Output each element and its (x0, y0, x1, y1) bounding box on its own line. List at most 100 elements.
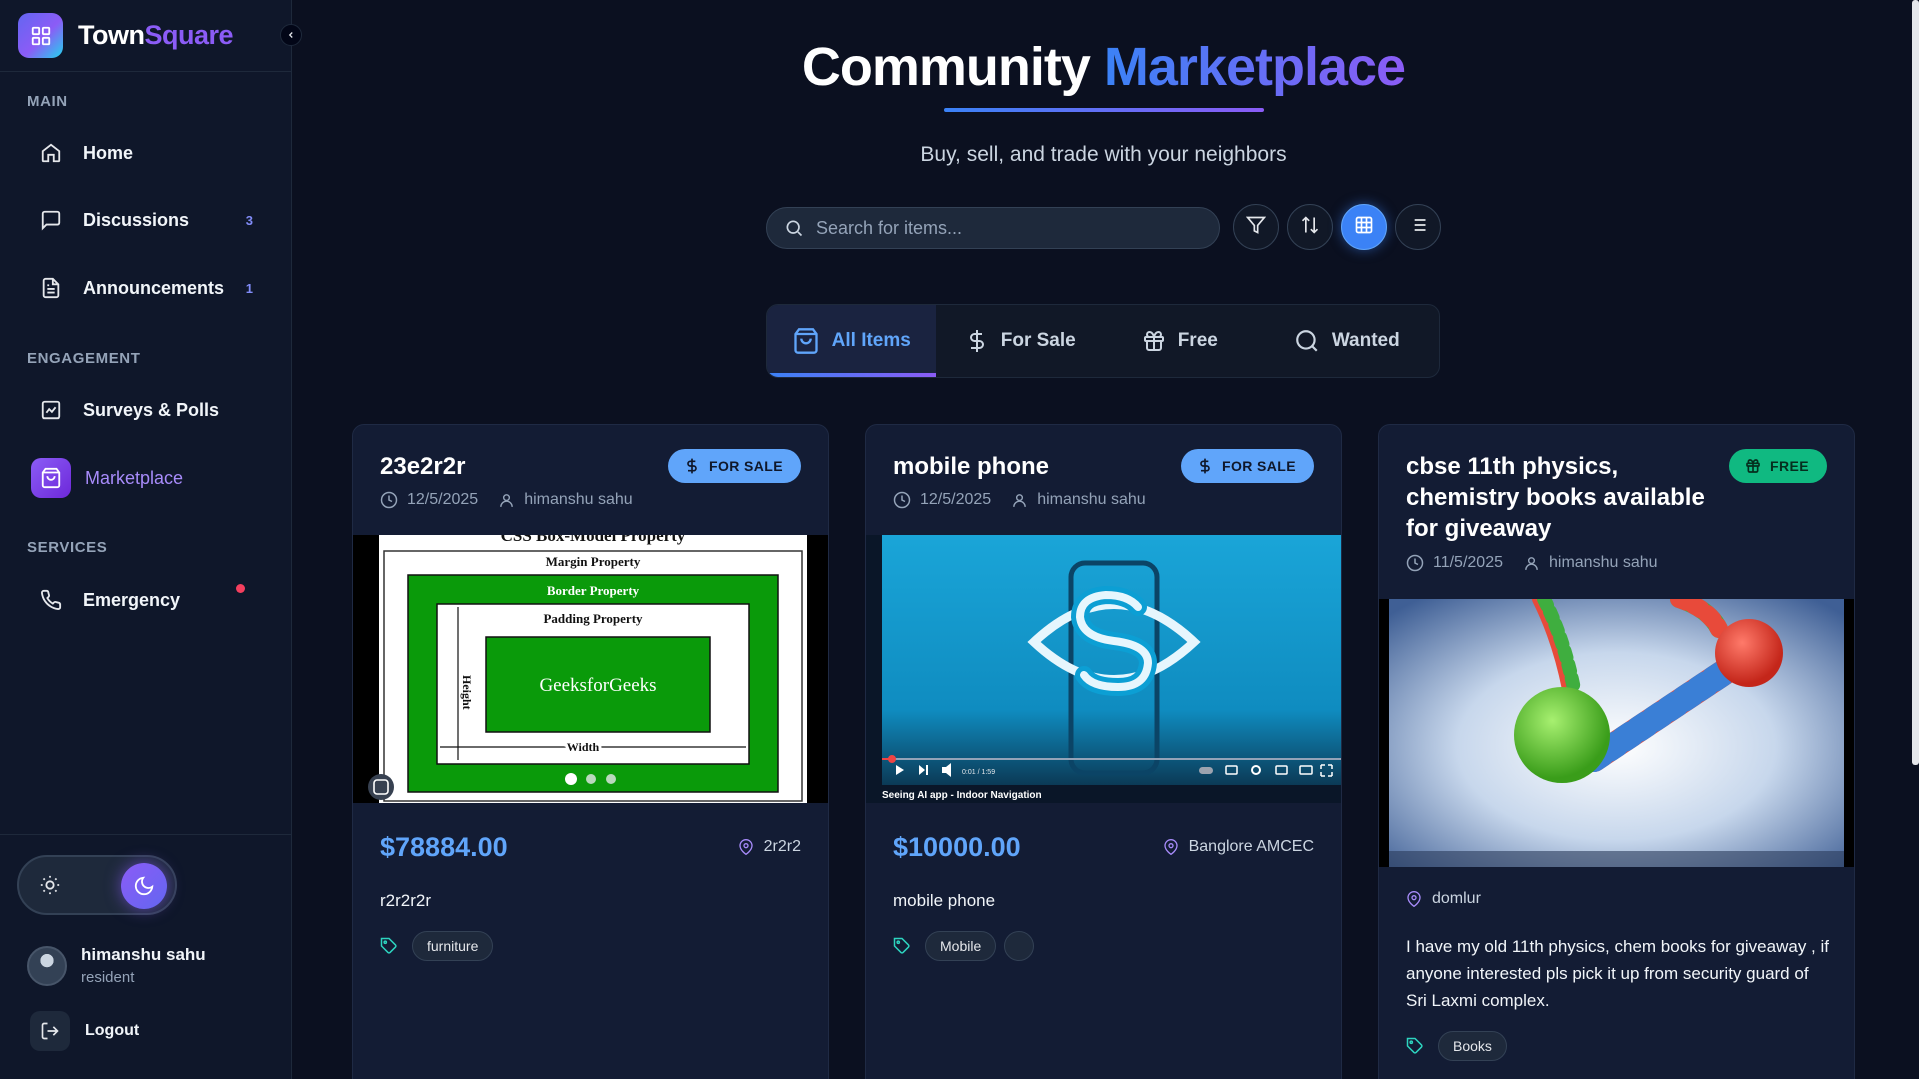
tab-free[interactable]: Free (1105, 305, 1255, 377)
clock-icon (380, 491, 398, 509)
tag-icon (893, 937, 911, 955)
file-text-icon (39, 276, 63, 300)
listing-card[interactable]: mobile phone FOR SALE 12/5/2025 himanshu… (865, 424, 1342, 1079)
chart-icon (39, 398, 63, 422)
listing-title: cbse 11th physics, chemistry books avail… (1406, 453, 1705, 542)
tag-chip[interactable]: Books (1438, 1031, 1507, 1061)
listing-description: r2r2r2r (380, 891, 432, 910)
sidebar-item-emergency[interactable]: Emergency (27, 578, 267, 622)
map-pin-icon (1163, 839, 1179, 855)
page-subtitle: Buy, sell, and trade with your neighbors (920, 143, 1287, 166)
map-pin-icon (738, 839, 754, 855)
category-tabs: All Items For Sale Free Wanted (766, 304, 1440, 378)
sidebar-item-label: Home (83, 142, 134, 163)
search-icon (1294, 328, 1320, 354)
listing-author: himanshu sahu (1037, 491, 1146, 508)
listing-meta: 11/5/2025 himanshu sahu (1406, 554, 1658, 572)
listing-author: himanshu sahu (524, 491, 633, 508)
tag-chip[interactable]: furniture (412, 931, 494, 961)
filter-icon (1245, 215, 1267, 240)
logout-button[interactable]: Logout (30, 1011, 139, 1051)
theme-toggle[interactable] (17, 855, 177, 915)
sidebar-item-label: Emergency (83, 589, 181, 610)
user-name: himanshu sahu (81, 945, 206, 964)
svg-text:Width: Width (567, 740, 600, 754)
clock-icon (893, 491, 911, 509)
user-profile[interactable]: himanshu sahu resident (27, 945, 206, 986)
map-pin-icon (1406, 891, 1422, 907)
section-label-services: SERVICES (27, 539, 108, 556)
svg-text:CSS Box-Model Property: CSS Box-Model Property (501, 535, 686, 545)
shopping-bag-icon (792, 327, 820, 355)
listing-date: 12/5/2025 (920, 491, 992, 508)
list-view-button[interactable] (1395, 204, 1441, 250)
tab-label: For Sale (1000, 330, 1076, 351)
status-badge: FOR SALE (1181, 449, 1314, 483)
search-bar[interactable] (766, 207, 1220, 249)
brand[interactable]: TownSquare (0, 0, 302, 72)
grid-view-button[interactable] (1341, 204, 1387, 250)
listing-meta: 12/5/2025 himanshu sahu (893, 491, 1146, 509)
gift-icon (1142, 329, 1166, 353)
tag-icon (380, 937, 398, 955)
status-badge: FREE (1729, 449, 1827, 483)
tab-wanted[interactable]: Wanted (1255, 305, 1439, 377)
listing-price: $78884.00 (380, 832, 508, 862)
listing-video-player[interactable]: 0:01 / 1:59 Seeing AI app - Indoor Navig… (866, 535, 1341, 803)
user-icon (1011, 492, 1028, 509)
sidebar-item-label: Surveys & Polls (83, 399, 220, 420)
tab-for-sale[interactable]: For Sale (936, 305, 1106, 377)
sidebar-item-home[interactable]: Home (27, 131, 267, 175)
user-role: resident (81, 969, 135, 986)
svg-text:GeeksforGeeks: GeeksforGeeks (539, 675, 656, 696)
listing-tags: Mobile (893, 931, 1042, 961)
dollar-icon (684, 458, 700, 474)
sidebar-item-surveys[interactable]: Surveys & Polls (27, 388, 267, 432)
user-icon (498, 492, 515, 509)
avatar (27, 945, 67, 986)
brand-name: TownSquare (78, 20, 234, 50)
search-input[interactable] (816, 217, 1219, 239)
sun-icon[interactable] (31, 866, 69, 904)
user-icon (1523, 555, 1540, 572)
tag-chip[interactable]: Mobile (925, 931, 997, 961)
svg-text:Padding Property: Padding Property (543, 611, 643, 626)
grid-logo-icon (18, 13, 63, 58)
listing-price: $10000.00 (893, 832, 1021, 862)
grid-icon (1354, 215, 1374, 240)
sidebar-item-discussions[interactable]: Discussions 3 (27, 198, 267, 242)
tag-chip-empty[interactable] (1004, 931, 1035, 961)
css-box-model-image: CSS Box-Model Property Margin Property B… (353, 535, 828, 803)
section-label-engagement: ENGAGEMENT (27, 350, 141, 367)
listing-image[interactable] (1379, 599, 1854, 867)
sidebar-item-announcements[interactable]: Announcements 1 (27, 266, 267, 310)
section-label-main: MAIN (27, 93, 68, 110)
listing-card[interactable]: 23e2r2r FOR SALE 12/5/2025 himanshu sahu… (352, 424, 829, 1079)
sidebar-item-marketplace[interactable]: Marketplace (27, 456, 267, 500)
physics-book-cover-image (1379, 599, 1854, 867)
gift-icon (1745, 458, 1761, 474)
filter-button[interactable] (1233, 204, 1279, 250)
moon-icon[interactable] (121, 863, 167, 909)
svg-text:Margin Property: Margin Property (546, 554, 641, 569)
svg-text:Border Property: Border Property (547, 583, 640, 598)
shopping-bag-icon (31, 458, 71, 498)
listing-location: domlur (1406, 890, 1481, 908)
listing-description: I have my old 11th physics, chem books f… (1406, 937, 1829, 1010)
message-square-icon (39, 208, 63, 232)
list-icon (1408, 215, 1428, 240)
listing-card[interactable]: cbse 11th physics, chemistry books avail… (1378, 424, 1855, 1079)
tab-all-items[interactable]: All Items (767, 305, 936, 377)
sort-button[interactable] (1287, 204, 1333, 250)
listing-image-carousel[interactable]: CSS Box-Model Property Margin Property B… (353, 535, 828, 803)
page-scrollbar[interactable] (1912, 0, 1919, 765)
title-underline (944, 108, 1264, 112)
status-badge: FOR SALE (668, 449, 801, 483)
svg-text:Seeing AI app - Indoor Navigat: Seeing AI app - Indoor Navigation (882, 790, 1042, 801)
sidebar: TownSquare MAIN Home Discussions 3 Annou… (0, 0, 302, 1079)
clock-icon (1406, 554, 1424, 572)
search-icon (784, 218, 804, 238)
announcements-count-badge: 1 (245, 280, 253, 296)
discussions-count-badge: 3 (245, 212, 253, 228)
listing-location: 2r2r2 (738, 838, 801, 856)
